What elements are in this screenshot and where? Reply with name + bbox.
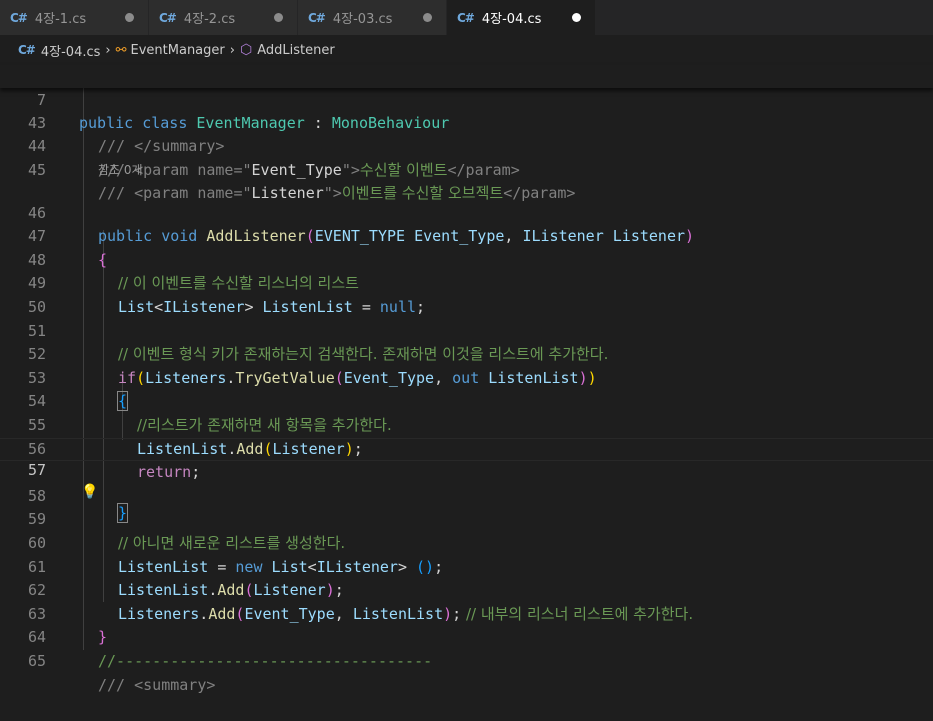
code-line: 52 if(Listeners.TryGetValue(Event_Type, … [0,320,933,387]
code-line: 56 return; [0,414,933,482]
code-text: //----------------------------------- [98,651,433,670]
code-editor[interactable]: 43 /// </summary> 44 /// <param name="Ev… [0,88,933,694]
code-line: 58 [0,461,933,505]
csharp-file-icon: C# [457,10,475,25]
unsaved-dot-icon[interactable] [423,13,432,22]
code-line: 48 // 이 이벤트를 수신할 리스너의 리스트 [0,225,933,293]
code-line-current: 57 💡 } [0,437,933,524]
unsaved-dot-icon[interactable] [572,13,581,22]
breadcrumb-method-label: AddListener [257,42,335,58]
code-line: 63 } [0,579,933,647]
code-line: 64 //----------------------------------- [0,603,933,670]
code-line: 59 // 아니면 새로운 리스트를 생성한다. [0,485,933,552]
csharp-file-icon: C# [308,10,326,25]
code-line: 62 Listeners.Add(Event_Type, ListenList)… [0,556,933,623]
breadcrumb: C# 4장-04.cs › ⚯ EventManager › ⬡ AddList… [0,35,933,65]
line-number: 7 [36,90,46,109]
tab-label: 4장-2.cs [183,12,236,27]
tab-4장-03[interactable]: C# 4장-03.cs [298,0,447,35]
tab-4장-04[interactable]: C# 4장-04.cs [447,0,596,35]
code-line: 61 ListenList.Add(Listener); [0,532,933,600]
code-line: 45 /// <param name="Listener">이벤트를 수신할 오… [0,135,933,203]
sticky-scroll-line[interactable]: 7 public class EventManager : MonoBehavi… [0,65,933,133]
code-line: 65 /// <summary> [0,626,933,694]
code-line: 43 /// </summary> [0,88,933,156]
chevron-right-icon: › [229,42,235,58]
code-text: public class EventManager : MonoBehaviou… [79,114,450,133]
tab-label: 4장-03.cs [332,12,393,27]
breadcrumb-file[interactable]: C# 4장-04.cs [18,41,100,60]
method-cube-icon: ⬡ [239,42,253,58]
code-line: 60 ListenList = new List<IListener> (); [0,508,933,576]
code-line: 54 //리스트가 존재하면 새 항목을 추가한다. [0,367,933,434]
csharp-file-icon: C# [10,10,28,25]
code-line: 51 // 이벤트 형식 키가 존재하는지 검색한다. 존재하면 이것을 리스트… [0,296,933,364]
breadcrumb-file-label: 4장-04.cs [40,44,101,60]
unsaved-dot-icon[interactable] [274,13,283,22]
breadcrumb-method[interactable]: ⬡ AddListener [240,42,335,58]
tab-label: 4장-04.cs [481,12,542,27]
class-symbol-icon: ⚯ [115,42,127,58]
csharp-file-icon: C# [18,43,36,57]
code-line: 46 public void AddListener(EVENT_TYPE Ev… [0,178,933,246]
code-line: 50 [0,272,933,316]
tab-4장-1[interactable]: C# 4장-1.cs [0,0,149,35]
code-text: /// <summary> [98,675,216,694]
csharp-file-icon: C# [159,10,177,25]
chevron-right-icon: › [105,42,111,58]
tab-4장-2[interactable]: C# 4장-2.cs [149,0,298,35]
breadcrumb-class-label: EventManager [130,42,225,58]
line-number: 65 [27,651,46,670]
code-line: 55 ListenList.Add(Listener); [0,390,933,458]
tab-bar: C# 4장-1.cs C# 4장-2.cs C# 4장-03.cs C# 4장-… [0,0,933,35]
breadcrumb-class[interactable]: ⚯ EventManager [116,43,225,58]
code-line: 53 { [0,343,933,412]
tab-label: 4장-1.cs [34,12,87,27]
code-line: 7 public class EventManager : MonoBehavi… [0,65,933,133]
code-line: 49 List<IListener> ListenList = null; [0,249,933,316]
code-line: 47 { [0,202,933,269]
unsaved-dot-icon[interactable] [125,13,134,22]
